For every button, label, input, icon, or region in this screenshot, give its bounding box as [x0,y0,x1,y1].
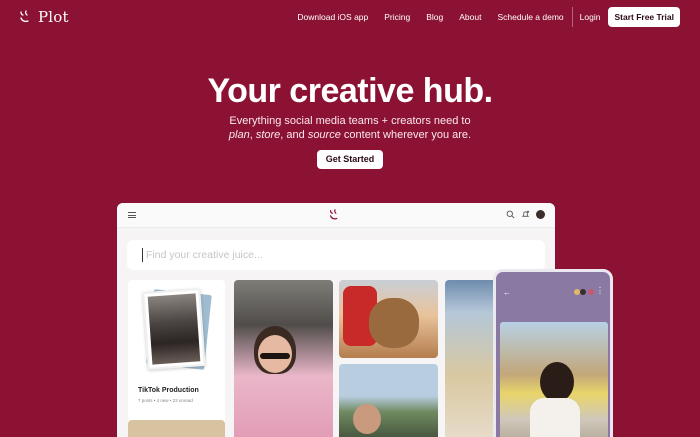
start-free-trial-button[interactable]: Start Free Trial [608,7,680,27]
photo-head [540,362,574,402]
back-arrow-icon[interactable]: ← [503,288,511,297]
phone-toolbar: ← ⋮ [496,272,610,312]
hero-subtitle-line1: Everything social media teams + creators… [229,115,471,127]
brand-name: Plot [38,8,69,26]
search-placeholder: Find your creative juice... [146,249,263,261]
media-card-partial[interactable] [128,420,225,437]
photo-sunglasses [260,353,290,359]
brand-logo[interactable]: Plot [18,8,69,26]
more-icon[interactable]: ⋮ [596,286,604,295]
hero-title: Your creative hub. [207,72,493,110]
app-toolbar [117,203,555,228]
collaborator-avatar [588,289,594,295]
folder-meta: 7 posts • 4 new • 23 unread [138,398,193,403]
folder-card[interactable]: TikTok Production 7 posts • 4 new • 23 u… [128,280,225,430]
folder-title: TikTok Production [138,387,199,394]
phone-preview: ← ⋮ [493,269,613,437]
folder-cover-photo [142,288,206,370]
search-icon[interactable] [506,210,515,219]
search-input[interactable]: Find your creative juice... [127,240,545,270]
nav-link-download-ios[interactable]: Download iOS app [297,12,368,22]
sep2: , and [280,129,308,141]
word-store: store [255,129,281,141]
nav-link-pricing[interactable]: Pricing [384,12,410,22]
plot-logo-icon [330,209,338,220]
top-nav: Plot Download iOS app Pricing Blog About… [0,0,700,36]
login-link[interactable]: Login [580,12,601,22]
word-plan: plan [228,129,250,141]
hero-subtitle: Everything social media teams + creators… [0,114,700,142]
subtitle-tail: content wherever you are. [340,129,472,141]
media-card-car-selfie[interactable] [234,280,333,437]
media-card-lake[interactable] [339,364,438,437]
get-started-button[interactable]: Get Started [317,150,383,169]
word-source: source [307,129,341,141]
plot-logo-icon [20,10,29,23]
hero-subtitle-line2: plan, store, and source content wherever… [0,128,700,142]
nav-link-about[interactable]: About [459,12,481,22]
photo-person [353,404,381,434]
app-toolbar-icons [506,210,545,219]
bell-icon[interactable] [521,210,530,219]
media-card-dog[interactable] [339,280,438,358]
nav-links: Download iOS app Pricing Blog About Sche… [281,7,680,27]
nav-link-blog[interactable]: Blog [426,12,443,22]
nav-divider [571,7,573,27]
photo-shirt [530,398,580,437]
photo-dog [369,298,419,348]
app-preview-window: Find your creative juice... TikTok Produ… [117,203,555,437]
text-caret [142,248,143,262]
collaborator-avatar [580,289,586,295]
avatar[interactable] [536,210,545,219]
nav-link-schedule-demo[interactable]: Schedule a demo [497,12,563,22]
menu-icon[interactable] [128,212,136,218]
phone-media-photo[interactable] [500,322,608,437]
